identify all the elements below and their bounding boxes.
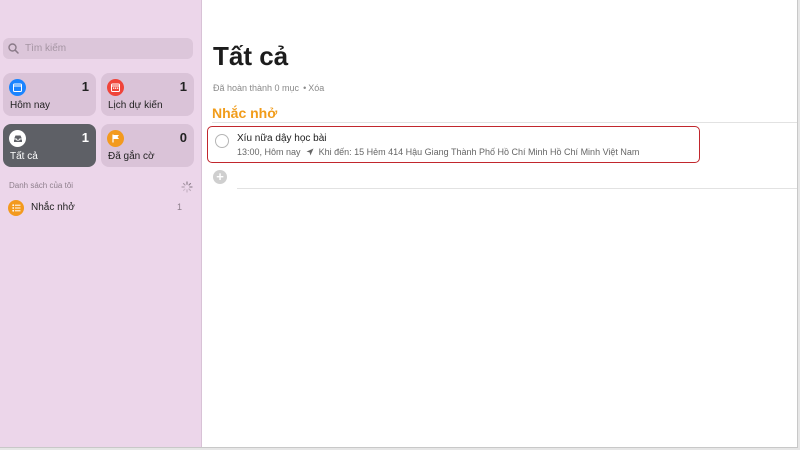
- smart-list-flagged[interactable]: 0 Đã gắn cờ: [101, 124, 194, 167]
- smart-list-count: 1: [81, 79, 89, 94]
- smart-list-count: 1: [81, 130, 89, 145]
- reminder-item[interactable]: Xíu nữa dậy học bài 13:00, Hôm nay Khi đ…: [207, 126, 700, 163]
- separator-dot: •: [303, 83, 307, 93]
- divider: [212, 122, 797, 123]
- smart-list-all[interactable]: 1 Tất cả: [3, 124, 96, 167]
- divider: [237, 188, 797, 189]
- add-reminder-icon[interactable]: +: [213, 170, 227, 184]
- flag-icon: [107, 130, 124, 147]
- reminder-time: 13:00, Hôm nay: [237, 147, 301, 157]
- sidebar-list-reminders[interactable]: Nhắc nhở 1: [0, 197, 201, 219]
- reminder-details: 13:00, Hôm nay Khi đến: 15 Hẻm 414 Hậu G…: [237, 147, 639, 158]
- my-lists-heading: Danh sách của tôi: [9, 181, 74, 190]
- complete-checkbox[interactable]: [215, 134, 229, 148]
- smart-list-label: Lịch dự kiến: [108, 100, 163, 111]
- smart-list-label: Tất cả: [10, 151, 38, 162]
- smart-list-label: Hôm nay: [10, 100, 51, 111]
- tray-icon: [9, 130, 26, 147]
- completed-count-text: Đã hoàn thành 0 mục: [213, 83, 300, 93]
- smart-list-today[interactable]: 1 Hôm nay: [3, 73, 96, 116]
- reminders-window: 1 Hôm nay 1 Lịch dự kiến 1 Tất cả 0 Đã g…: [0, 0, 798, 448]
- completed-summary: Đã hoàn thành 0 mục • Xóa: [213, 83, 324, 93]
- clear-completed-button[interactable]: Xóa: [308, 83, 324, 93]
- calendar-today-icon: [9, 79, 26, 96]
- list-count: 1: [176, 202, 182, 212]
- location-arrow-icon: [306, 148, 314, 158]
- list-icon: [8, 200, 24, 216]
- loading-spinner-icon: [181, 180, 193, 193]
- smart-list-count: 0: [179, 130, 187, 145]
- reminder-location: Khi đến: 15 Hẻm 414 Hậu Giang Thành Phố …: [318, 147, 640, 157]
- smart-list-label: Đã gắn cờ: [108, 151, 155, 162]
- search-bar[interactable]: [3, 38, 193, 59]
- calendar-scheduled-icon: [107, 79, 124, 96]
- smart-list-scheduled[interactable]: 1 Lịch dự kiến: [101, 73, 194, 116]
- search-icon: [8, 42, 22, 56]
- sidebar: 1 Hôm nay 1 Lịch dự kiến 1 Tất cả 0 Đã g…: [0, 0, 202, 447]
- search-input[interactable]: [22, 43, 185, 54]
- reminder-title[interactable]: Xíu nữa dậy học bài: [237, 133, 327, 144]
- page-title: Tất cả: [213, 41, 289, 71]
- list-label: Nhắc nhở: [31, 202, 75, 213]
- section-title-reminders: Nhắc nhở: [212, 105, 278, 121]
- smart-list-count: 1: [179, 79, 187, 94]
